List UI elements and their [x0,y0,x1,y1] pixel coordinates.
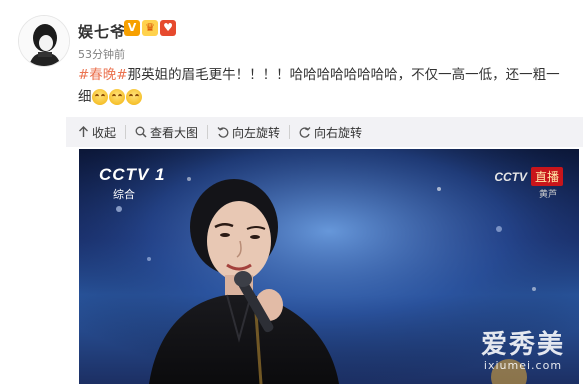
rotate-right-button[interactable]: 向右旋转 [289,125,371,140]
rotate-right-label: 向右旋转 [314,125,363,140]
avatar-image [19,16,69,66]
post-timestamp[interactable]: 53分钟前 [78,46,125,62]
channel-logo-text: CCTV 1 [99,165,166,184]
channel-sub-label: 综合 [113,189,135,201]
crown-badge-icon[interactable]: ♛ [142,20,158,36]
user-badges: V ♛ ♥ [124,20,176,36]
username[interactable]: 娱七爷 [78,21,126,42]
hashtag-link[interactable]: #春晚# [78,67,128,83]
magnifier-icon [135,126,147,138]
live-sub-label: 黄芦 [538,190,557,200]
rotate-right-icon [299,127,311,138]
laugh-cry-emoji-icon [125,89,142,105]
heart-badge-icon[interactable]: ♥ [160,20,176,36]
watermark-title: 爱秀美 [480,330,565,360]
live-logo-cctv: CCTV [494,169,527,184]
post-image[interactable]: CCTV 1 综合 CCTV 直播 黄芦 爱秀美 ixiumei.com [79,149,579,384]
laugh-cry-emoji-icon [108,89,125,105]
collapse-button[interactable]: 收起 [66,125,125,140]
view-large-label: 查看大图 [150,125,199,140]
view-large-button[interactable]: 查看大图 [125,125,207,140]
rotate-left-icon [217,127,229,138]
arrow-up-icon [79,126,88,137]
rotate-left-button[interactable]: 向左旋转 [207,125,289,140]
post-text: #春晚#那英姐的眉毛更牛！！！！哈哈哈哈哈哈哈哈，不仅一高一低，还一粗一细 [78,64,568,108]
post-body: 那英姐的眉毛更牛！！！！哈哈哈哈哈哈哈哈，不仅一高一低，还一粗一细 [78,67,560,105]
laugh-cry-emoji-icon [91,89,108,105]
live-logo: CCTV 直播 [494,167,563,186]
avatar[interactable] [19,16,69,66]
live-badge: 直播 [530,167,563,186]
image-toolbar: 收起 查看大图 向左旋转 向右旋转 [66,117,583,147]
rotate-left-label: 向左旋转 [232,125,281,140]
verified-badge-icon[interactable]: V [124,20,140,36]
channel-logo: CCTV 1 综合 [99,165,165,202]
collapse-label: 收起 [92,125,117,140]
emoji-row [91,89,142,105]
watermark-url: ixiumei.com [483,359,563,372]
watermark: 爱秀美 ixiumei.com [481,331,565,372]
